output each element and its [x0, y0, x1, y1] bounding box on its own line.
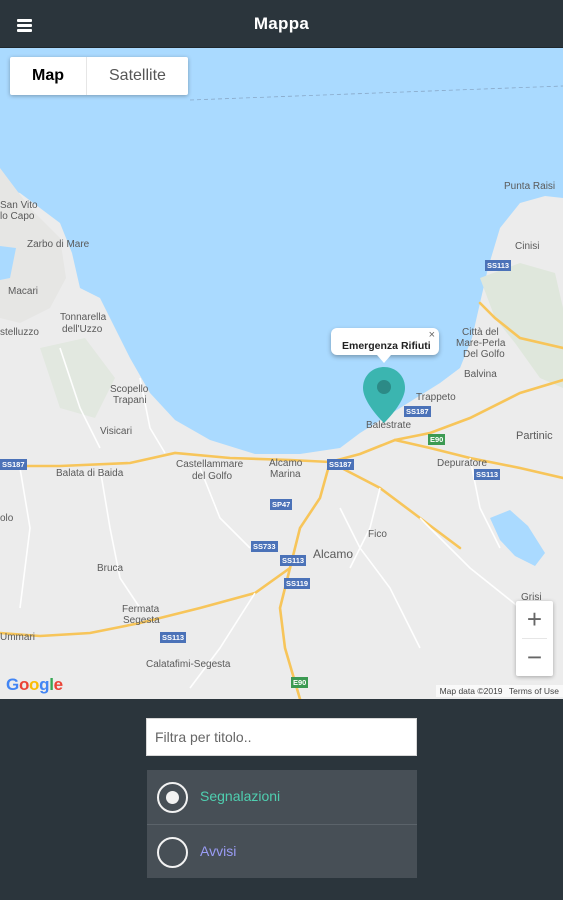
radio-option-avvisi[interactable]: Avvisi: [147, 824, 417, 878]
zoom-in-button[interactable]: +: [516, 601, 553, 638]
map-view[interactable]: Punta Raisi San Vito lo Capo Zarbo di Ma…: [0, 48, 563, 699]
category-radio-group: Segnalazioni Avvisi: [147, 770, 417, 878]
radio-label-avvisi: Avvisi: [200, 843, 237, 859]
google-logo[interactable]: Google: [6, 675, 63, 695]
map-type-satellite-button[interactable]: Satellite: [87, 57, 188, 95]
road-shield: SS119: [284, 578, 311, 589]
info-window-title: Emergenza Rifiuti: [342, 340, 431, 352]
map-pin-icon[interactable]: [361, 365, 407, 425]
road-shield: E90: [428, 434, 446, 445]
top-app-bar: Mappa: [0, 0, 563, 48]
road-shield: SS113: [160, 632, 187, 643]
radio-option-segnalazioni[interactable]: Segnalazioni: [147, 770, 417, 824]
road-shield: SS113: [280, 555, 307, 566]
radio-checked-icon[interactable]: [157, 782, 188, 813]
road-shield: SP47: [270, 499, 293, 510]
map-data-text: Map data ©2019: [439, 686, 503, 696]
road-shield: SS187: [404, 406, 431, 417]
road-shields: SS113 SS187 SS187 E90 SS113 SS187 SP47 S…: [0, 48, 563, 699]
terms-link[interactable]: Terms of Use: [509, 686, 559, 696]
road-shield: SS187: [327, 459, 354, 470]
marker-info-window: Emergenza Rifiuti ×: [331, 328, 439, 363]
map-type-control: Map Satellite: [10, 57, 188, 95]
radio-unchecked-icon[interactable]: [157, 837, 188, 868]
zoom-out-button[interactable]: −: [516, 639, 553, 676]
road-shield: SS187: [0, 459, 27, 470]
road-shield: E90: [291, 677, 309, 688]
map-attribution: Map data ©2019 Terms of Use: [435, 685, 563, 697]
info-window-tail: [377, 355, 391, 363]
filter-title-input[interactable]: [146, 718, 417, 756]
map-type-map-button[interactable]: Map: [10, 57, 87, 95]
road-shield: SS733: [251, 541, 278, 552]
road-shield: SS113: [474, 469, 501, 480]
radio-label-segnalazioni: Segnalazioni: [200, 788, 281, 804]
page-title: Mappa: [253, 14, 310, 33]
road-shield: SS113: [485, 260, 512, 271]
zoom-control: + −: [516, 601, 553, 676]
close-icon[interactable]: ×: [429, 329, 435, 341]
